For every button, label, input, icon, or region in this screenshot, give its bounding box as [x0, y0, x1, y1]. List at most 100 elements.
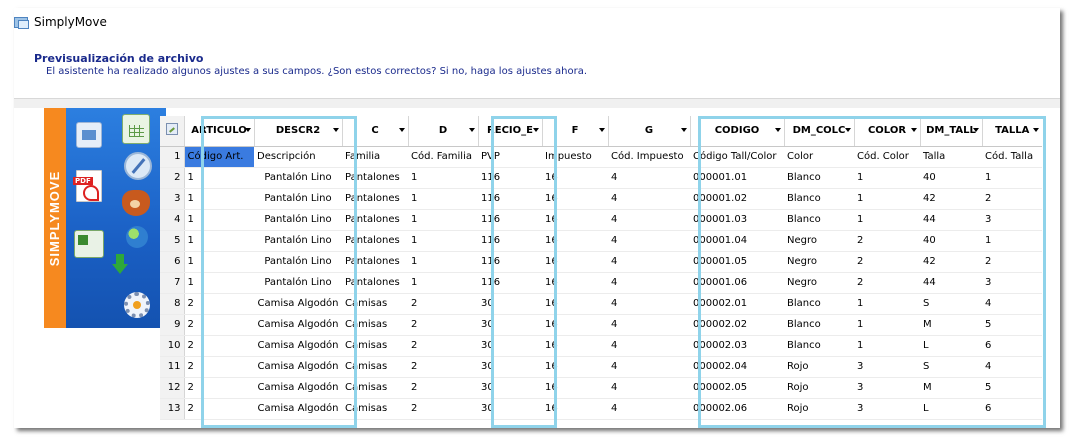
table-cell[interactable]: 2 — [982, 251, 1042, 273]
table-cell[interactable]: 4 — [608, 335, 690, 357]
table-cell[interactable]: 000002.02 — [690, 314, 784, 336]
table-cell[interactable]: 1 — [184, 209, 254, 231]
column-header[interactable]: DESCR2 — [253, 116, 342, 147]
table-cell[interactable]: 1 — [982, 167, 1042, 189]
row-number[interactable]: 8 — [160, 293, 185, 315]
table-cell[interactable]: 116 — [478, 251, 542, 273]
table-cell[interactable]: 2 — [184, 398, 254, 420]
table-cell[interactable]: 2 — [854, 272, 920, 294]
table-cell[interactable]: 6 — [982, 335, 1042, 357]
chevron-down-icon[interactable] — [774, 128, 781, 132]
table-cell[interactable]: Camisas — [342, 398, 408, 420]
field-name-cell[interactable]: Código Tall/Color — [690, 146, 784, 168]
table-cell[interactable]: 42 — [920, 251, 982, 273]
table-cell[interactable]: 16 — [542, 188, 608, 210]
table-cell[interactable]: Blanco — [784, 188, 854, 210]
table-cell[interactable]: 3 — [854, 356, 920, 378]
table-cell[interactable]: 1 — [854, 209, 920, 231]
table-cell[interactable]: Rojo — [784, 398, 854, 420]
field-name-cell[interactable]: Familia — [342, 146, 408, 168]
chevron-down-icon[interactable] — [332, 128, 339, 132]
table-cell[interactable]: 40 — [920, 167, 982, 189]
table-cell[interactable]: 1 — [854, 167, 920, 189]
field-name-cell[interactable]: Cód. Impuesto — [608, 146, 690, 168]
column-header[interactable]: F — [541, 116, 608, 147]
table-cell[interactable]: 000002.03 — [690, 335, 784, 357]
table-cell[interactable]: 116 — [478, 188, 542, 210]
field-name-cell[interactable]: Descripción — [254, 146, 342, 168]
table-cell[interactable]: L — [920, 335, 982, 357]
table-cell[interactable]: 2 — [184, 314, 254, 336]
table-cell[interactable]: 16 — [542, 398, 608, 420]
column-header[interactable]: DM_TALL — [919, 116, 982, 147]
column-header[interactable]: TALLA — [981, 116, 1042, 147]
table-cell[interactable]: 1 — [854, 293, 920, 315]
table-cell[interactable]: 000001.06 — [690, 272, 784, 294]
row-number[interactable]: 12 — [160, 377, 185, 399]
row-number[interactable]: 2 — [160, 167, 185, 189]
table-cell[interactable]: 4 — [608, 398, 690, 420]
row-number[interactable]: 10 — [160, 335, 185, 357]
table-cell[interactable]: 000002.01 — [690, 293, 784, 315]
table-cell[interactable]: 2 — [408, 314, 478, 336]
table-cell[interactable]: 000001.01 — [690, 167, 784, 189]
chevron-down-icon[interactable] — [532, 128, 539, 132]
table-cell[interactable]: 4 — [982, 293, 1042, 315]
table-cell[interactable]: 2 — [408, 293, 478, 315]
column-header[interactable]: ARTICULO — [183, 116, 254, 147]
chevron-down-icon[interactable] — [972, 128, 979, 132]
field-name-cell[interactable]: Código Art. — [184, 146, 254, 168]
table-cell[interactable]: Blanco — [784, 293, 854, 315]
table-cell[interactable]: 116 — [478, 209, 542, 231]
table-cell[interactable]: Negro — [784, 230, 854, 252]
table-cell[interactable]: Camisa Algodón — [254, 293, 342, 315]
table-cell[interactable]: 116 — [478, 167, 542, 189]
table-cell[interactable]: 4 — [608, 314, 690, 336]
table-cell[interactable]: Blanco — [784, 167, 854, 189]
table-cell[interactable]: 1 — [982, 230, 1042, 252]
chevron-down-icon[interactable] — [244, 128, 251, 132]
table-cell[interactable]: 1 — [854, 335, 920, 357]
field-name-cell[interactable]: Cód. Color — [854, 146, 920, 168]
table-cell[interactable]: Pantalones — [342, 188, 408, 210]
row-number[interactable]: 4 — [160, 209, 185, 231]
field-name-cell[interactable]: PVP — [478, 146, 542, 168]
row-number[interactable]: 1 — [160, 146, 185, 168]
table-cell[interactable]: Camisa Algodón — [254, 398, 342, 420]
field-name-cell[interactable]: Impuesto — [542, 146, 608, 168]
table-cell[interactable]: Camisa Algodón — [254, 335, 342, 357]
table-cell[interactable]: 4 — [608, 167, 690, 189]
table-cell[interactable]: 116 — [478, 230, 542, 252]
table-cell[interactable]: 2 — [408, 356, 478, 378]
row-number[interactable]: 6 — [160, 251, 185, 273]
table-cell[interactable]: Camisa Algodón — [254, 377, 342, 399]
table-cell[interactable]: 30 — [478, 293, 542, 315]
table-cell[interactable]: Pantalones — [342, 251, 408, 273]
table-cell[interactable]: 4 — [608, 209, 690, 231]
table-cell[interactable]: 16 — [542, 335, 608, 357]
table-cell[interactable]: 2 — [408, 335, 478, 357]
row-number[interactable]: 9 — [160, 314, 185, 336]
table-cell[interactable]: Blanco — [784, 335, 854, 357]
table-cell[interactable]: 2 — [184, 356, 254, 378]
row-number[interactable]: 3 — [160, 188, 185, 210]
table-cell[interactable]: 5 — [982, 377, 1042, 399]
table-cell[interactable]: Pantalón Lino — [254, 251, 342, 273]
table-cell[interactable]: 2 — [184, 335, 254, 357]
table-cell[interactable]: 1 — [184, 167, 254, 189]
grid-corner[interactable] — [160, 116, 184, 147]
table-cell[interactable]: 4 — [608, 188, 690, 210]
table-cell[interactable]: 30 — [478, 335, 542, 357]
field-name-cell[interactable]: Talla — [920, 146, 982, 168]
table-cell[interactable]: Camisas — [342, 356, 408, 378]
table-cell[interactable]: 1 — [408, 230, 478, 252]
field-name-cell[interactable]: Color — [784, 146, 854, 168]
table-cell[interactable]: 1 — [184, 251, 254, 273]
table-cell[interactable]: Rojo — [784, 356, 854, 378]
table-cell[interactable]: 4 — [608, 356, 690, 378]
table-cell[interactable]: 6 — [982, 398, 1042, 420]
column-header[interactable]: D — [407, 116, 478, 147]
table-cell[interactable]: M — [920, 377, 982, 399]
table-cell[interactable]: 3 — [982, 272, 1042, 294]
table-cell[interactable]: 1 — [854, 314, 920, 336]
